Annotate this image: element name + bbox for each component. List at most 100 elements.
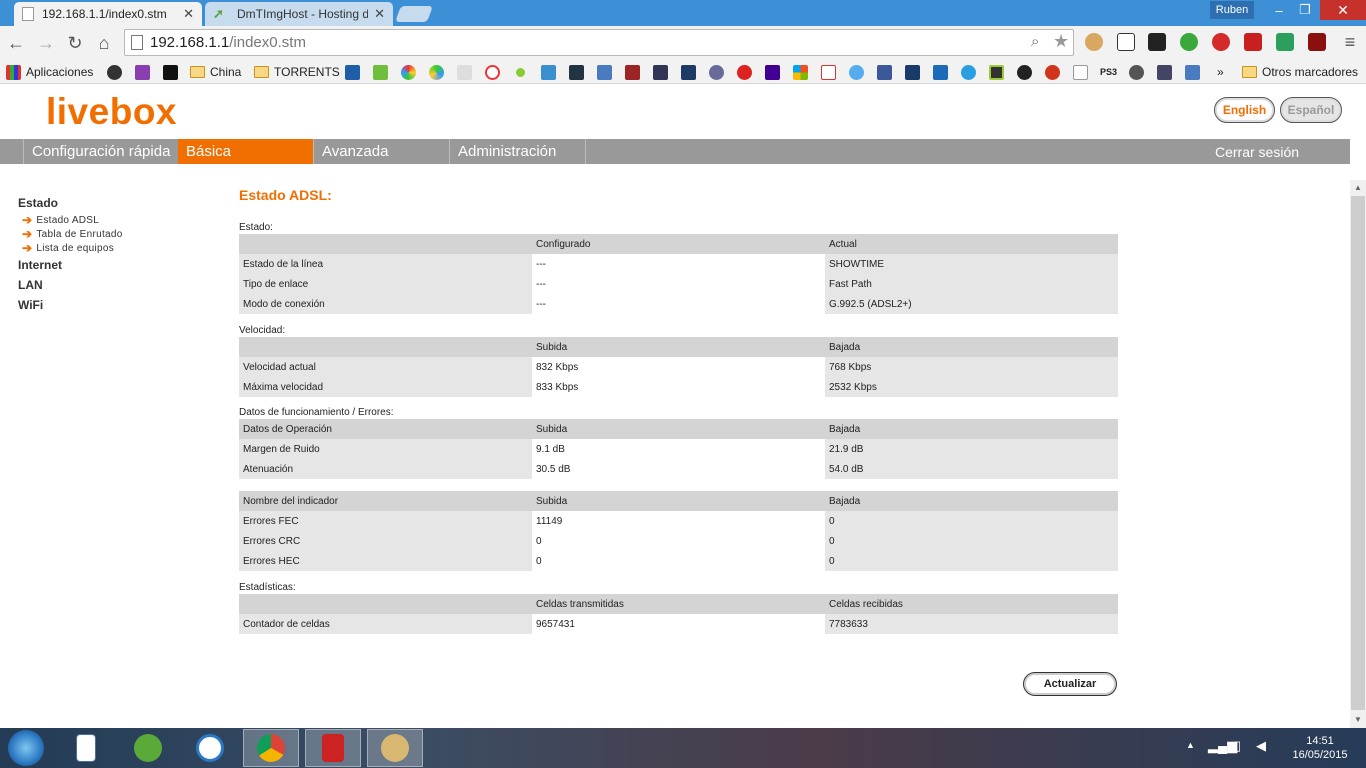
bookmark-icon[interactable] — [569, 63, 589, 81]
forward-icon[interactable]: → — [36, 33, 56, 53]
cookie-extension-icon[interactable] — [1085, 33, 1103, 51]
bookmark-icon[interactable] — [597, 63, 617, 81]
tab-router[interactable]: 192.168.1.1/index0.stm ✕ — [14, 2, 202, 26]
bookmark-icon[interactable] — [821, 63, 841, 81]
bookmark-folder-china[interactable]: China — [190, 63, 241, 81]
bookmark-icon[interactable] — [961, 63, 981, 81]
bookmark-icon[interactable] — [429, 63, 449, 81]
nav-basica[interactable]: Básica — [178, 139, 313, 164]
taskbar-bittorrent-sync[interactable] — [182, 729, 238, 767]
bookmark-icon[interactable] — [401, 63, 421, 81]
bookmark-icon[interactable] — [737, 63, 757, 81]
table-cell: Modo de conexión — [239, 294, 532, 314]
url-text[interactable]: 192.168.1.1/index0.stm — [150, 34, 306, 51]
scrollbar-thumb[interactable] — [1351, 196, 1365, 710]
speaker-muted-icon[interactable]: ◀ — [1256, 738, 1266, 754]
taskbar-paint[interactable] — [367, 729, 423, 767]
back-icon[interactable]: ← — [6, 33, 26, 53]
sidebar-item-wifi[interactable]: WiFi — [18, 295, 218, 315]
english-button[interactable]: English — [1214, 97, 1275, 123]
bookmark-icon[interactable] — [933, 63, 953, 81]
taskbar-chrome[interactable] — [243, 729, 299, 767]
taskbar-document-app[interactable] — [58, 729, 114, 767]
bookmark-icon[interactable] — [1129, 63, 1149, 81]
adblock-plus-icon[interactable] — [1244, 33, 1262, 51]
show-hidden-icons-icon[interactable]: ▲ — [1186, 740, 1195, 750]
chrome-menu-icon[interactable]: ≡ — [1340, 32, 1360, 52]
browser-toolbar: ← → ↻ ⌂ 192.168.1.1/index0.stm ⌕ ★ ≡ — [0, 26, 1366, 60]
new-tab-button[interactable] — [395, 6, 433, 22]
bookmark-star-icon[interactable]: ★ — [1053, 31, 1069, 52]
close-tab-icon[interactable]: ✕ — [183, 6, 194, 22]
bookmark-icon[interactable] — [1157, 63, 1177, 81]
bookmark-icon[interactable] — [485, 63, 505, 81]
bookmark-icon[interactable] — [513, 63, 533, 81]
taskbar-utorrent[interactable] — [120, 729, 176, 767]
espanol-button[interactable]: Español — [1280, 97, 1342, 123]
nav-administracion[interactable]: Administración — [449, 139, 586, 164]
zoom-icon[interactable]: ⌕ — [1031, 33, 1039, 50]
bookmark-icon[interactable] — [709, 63, 729, 81]
nav-configuracion-rapida[interactable]: Configuración rápida — [23, 139, 178, 164]
bookmark-icon[interactable] — [653, 63, 673, 81]
bookmark-icon[interactable] — [849, 63, 869, 81]
bookmark-icon[interactable] — [1017, 63, 1037, 81]
actualizar-button[interactable]: Actualizar — [1023, 672, 1117, 696]
scroll-down-arrow-icon[interactable]: ▼ — [1350, 712, 1366, 726]
page-info-icon[interactable] — [131, 35, 143, 50]
tab-dmtimghost[interactable]: ➚ DmTImgHost - Hosting de ✕ — [205, 2, 393, 26]
sidebar-item-lan[interactable]: LAN — [18, 275, 218, 295]
clock[interactable]: 14:51 16/05/2015 — [1290, 734, 1350, 762]
home-icon[interactable]: ⌂ — [94, 33, 114, 53]
start-button[interactable] — [8, 730, 44, 766]
ublock-icon[interactable] — [1308, 33, 1326, 51]
address-bar[interactable]: 192.168.1.1/index0.stm ⌕ ★ — [124, 29, 1074, 56]
bookmark-icon[interactable] — [905, 63, 925, 81]
logout-link[interactable]: Cerrar sesión — [1215, 139, 1299, 164]
maximize-button[interactable]: ❐ — [1292, 0, 1318, 20]
close-window-button[interactable]: ✕ — [1320, 0, 1366, 20]
profile-button[interactable]: Ruben — [1210, 1, 1254, 19]
more-bookmarks-chevron[interactable]: » — [1217, 63, 1224, 81]
bookmark-icon[interactable] — [625, 63, 645, 81]
y-extension-icon[interactable] — [1276, 33, 1294, 51]
bookmark-icon[interactable] — [989, 63, 1009, 81]
bookmark-icon[interactable] — [1185, 63, 1205, 81]
glasses-extension-icon[interactable] — [1148, 33, 1166, 51]
taskbar-download-app[interactable] — [305, 729, 361, 767]
bookmark-icon[interactable] — [345, 63, 365, 81]
bookmark-icon[interactable] — [541, 63, 561, 81]
minimize-button[interactable]: – — [1266, 0, 1292, 20]
battery-icon[interactable]: ▯ — [1234, 738, 1241, 754]
bookmark-icon[interactable] — [793, 63, 813, 81]
bookmark-icon[interactable] — [765, 63, 785, 81]
bookmark-folder-otros[interactable]: Otros marcadores — [1242, 63, 1358, 81]
bookmark-icon[interactable] — [135, 63, 155, 81]
a-extension-icon[interactable] — [1117, 33, 1135, 51]
table-cell: Contador de celdas — [239, 614, 532, 634]
close-tab-icon[interactable]: ✕ — [374, 6, 385, 22]
network-signal-icon[interactable]: ▂▄▆ — [1208, 738, 1237, 754]
sidebar-subitem-tabla-enrutado[interactable]: ➔ Tabla de Enrutado — [18, 227, 218, 241]
bookmark-icon[interactable] — [457, 63, 477, 81]
green-balloon-extension-icon[interactable] — [1180, 33, 1198, 51]
sidebar-subitem-estado-adsl[interactable]: ➔ Estado ADSL — [18, 213, 218, 227]
stop-extension-icon[interactable] — [1212, 33, 1230, 51]
bookmark-folder-torrents[interactable]: TORRENTS — [254, 63, 340, 81]
reload-icon[interactable]: ↻ — [65, 33, 85, 53]
bookmark-icon[interactable] — [163, 63, 183, 81]
bookmark-icon[interactable] — [681, 63, 701, 81]
sidebar-item-internet[interactable]: Internet — [18, 255, 218, 275]
sidebar-subitem-lista-equipos[interactable]: ➔ Lista de equipos — [18, 241, 218, 255]
bookmark-icon[interactable] — [107, 63, 127, 81]
bookmark-favicon-icon — [625, 64, 640, 80]
bookmark-icon[interactable] — [877, 63, 897, 81]
bookmark-icon[interactable] — [1045, 63, 1065, 81]
bookmark-icon[interactable] — [373, 63, 393, 81]
scroll-up-arrow-icon[interactable]: ▲ — [1350, 180, 1366, 194]
bookmark-icon[interactable] — [1073, 63, 1093, 81]
bookmark-aplicaciones[interactable]: Aplicaciones — [6, 63, 93, 81]
sidebar-item-estado[interactable]: Estado — [18, 193, 218, 213]
ps3-bookmark[interactable]: PS3 — [1100, 63, 1117, 81]
nav-avanzada[interactable]: Avanzada — [313, 139, 449, 164]
